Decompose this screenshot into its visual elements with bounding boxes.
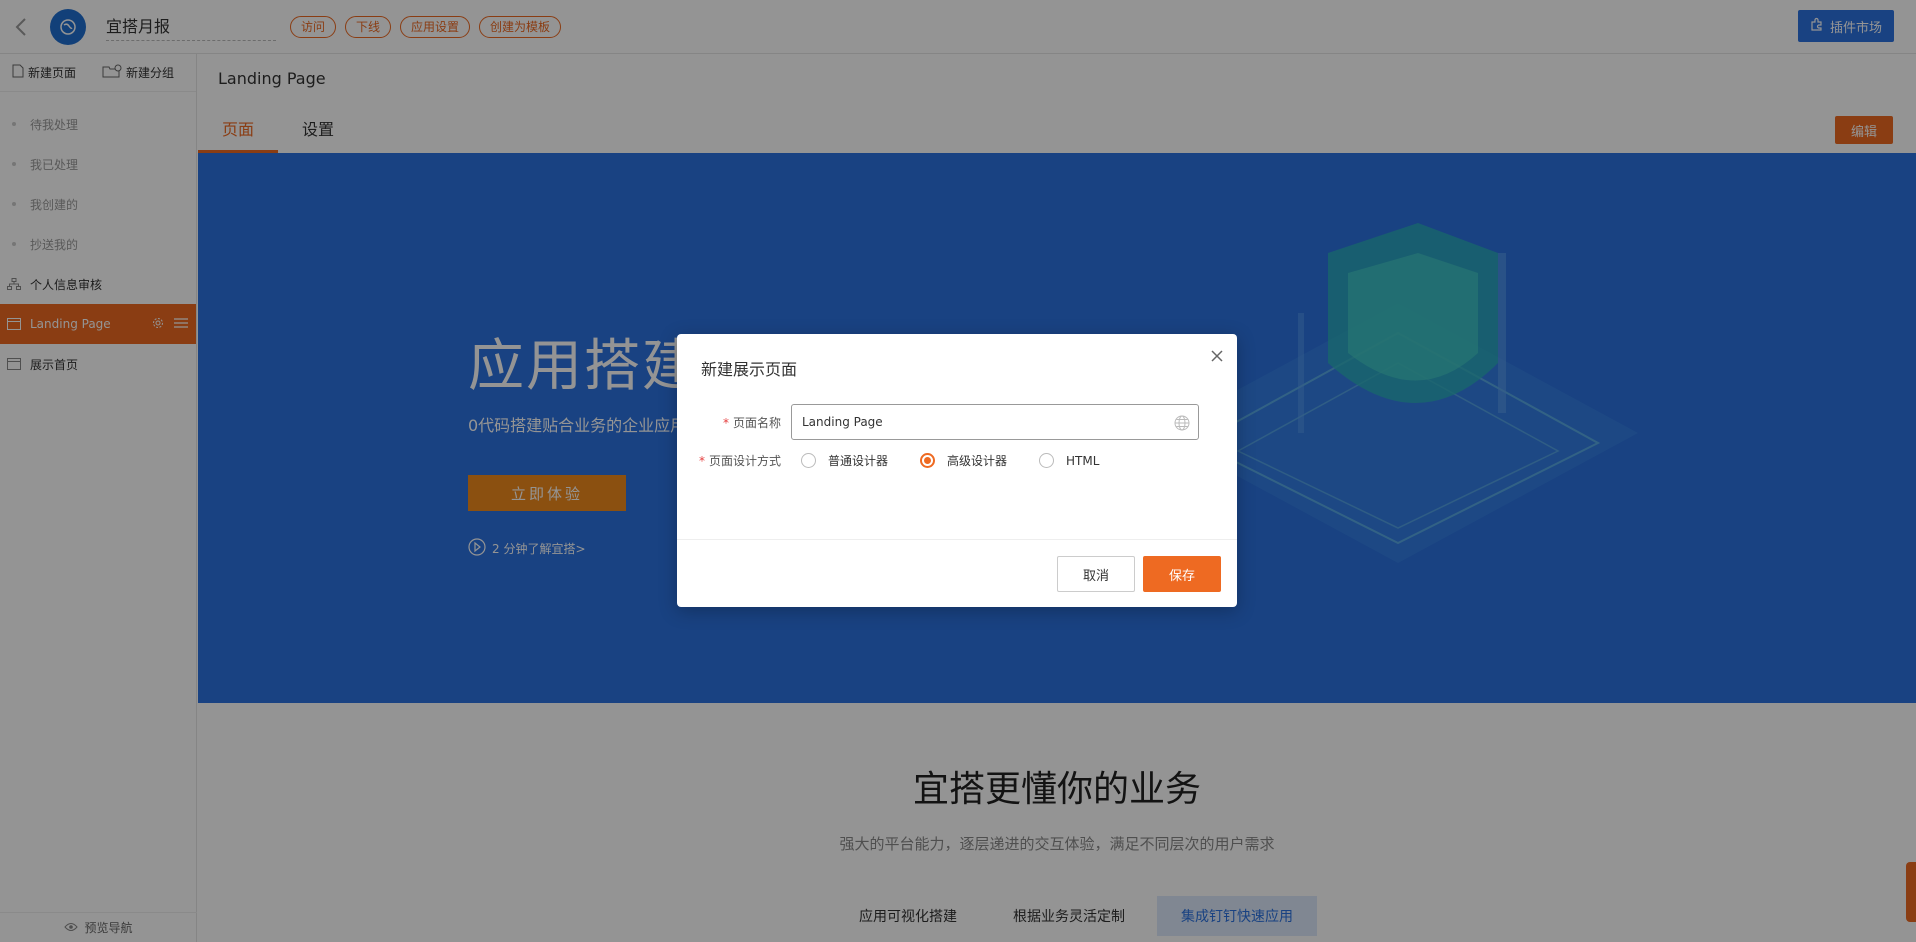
save-button[interactable]: 保存 <box>1143 556 1221 592</box>
radio-circle <box>801 453 816 468</box>
design-mode-radio-group: 普通设计器 高级设计器 HTML <box>791 452 1121 469</box>
page-name-label: * 页面名称 <box>722 415 781 430</box>
page-name-row: * 页面名称 <box>677 404 1237 440</box>
radio-advanced-designer[interactable]: 高级设计器 <box>920 452 1007 469</box>
globe-icon[interactable] <box>1174 415 1190 434</box>
radio-normal-designer[interactable]: 普通设计器 <box>801 452 888 469</box>
radio-html[interactable]: HTML <box>1039 453 1099 468</box>
radio-label: HTML <box>1066 453 1100 468</box>
close-icon[interactable] <box>1211 346 1223 367</box>
dialog-title: 新建展示页面 <box>701 360 798 379</box>
design-mode-row: * 页面设计方式 普通设计器 高级设计器 HTML <box>677 452 1237 469</box>
radio-label: 普通设计器 <box>828 454 889 468</box>
dialog-divider <box>677 539 1237 540</box>
page-name-input[interactable] <box>802 415 1162 429</box>
new-page-dialog: 新建展示页面 *页面名称 *页面设计方式 普通设计器 高级设计器 HTML <box>677 334 1237 607</box>
radio-circle <box>920 453 936 468</box>
cancel-button[interactable]: 取消 <box>1057 556 1135 592</box>
page-name-field[interactable] <box>791 404 1199 440</box>
radio-label: 高级设计器 <box>947 454 1008 468</box>
radio-circle <box>1039 453 1055 468</box>
design-mode-label: * 页面设计方式 <box>698 454 781 468</box>
